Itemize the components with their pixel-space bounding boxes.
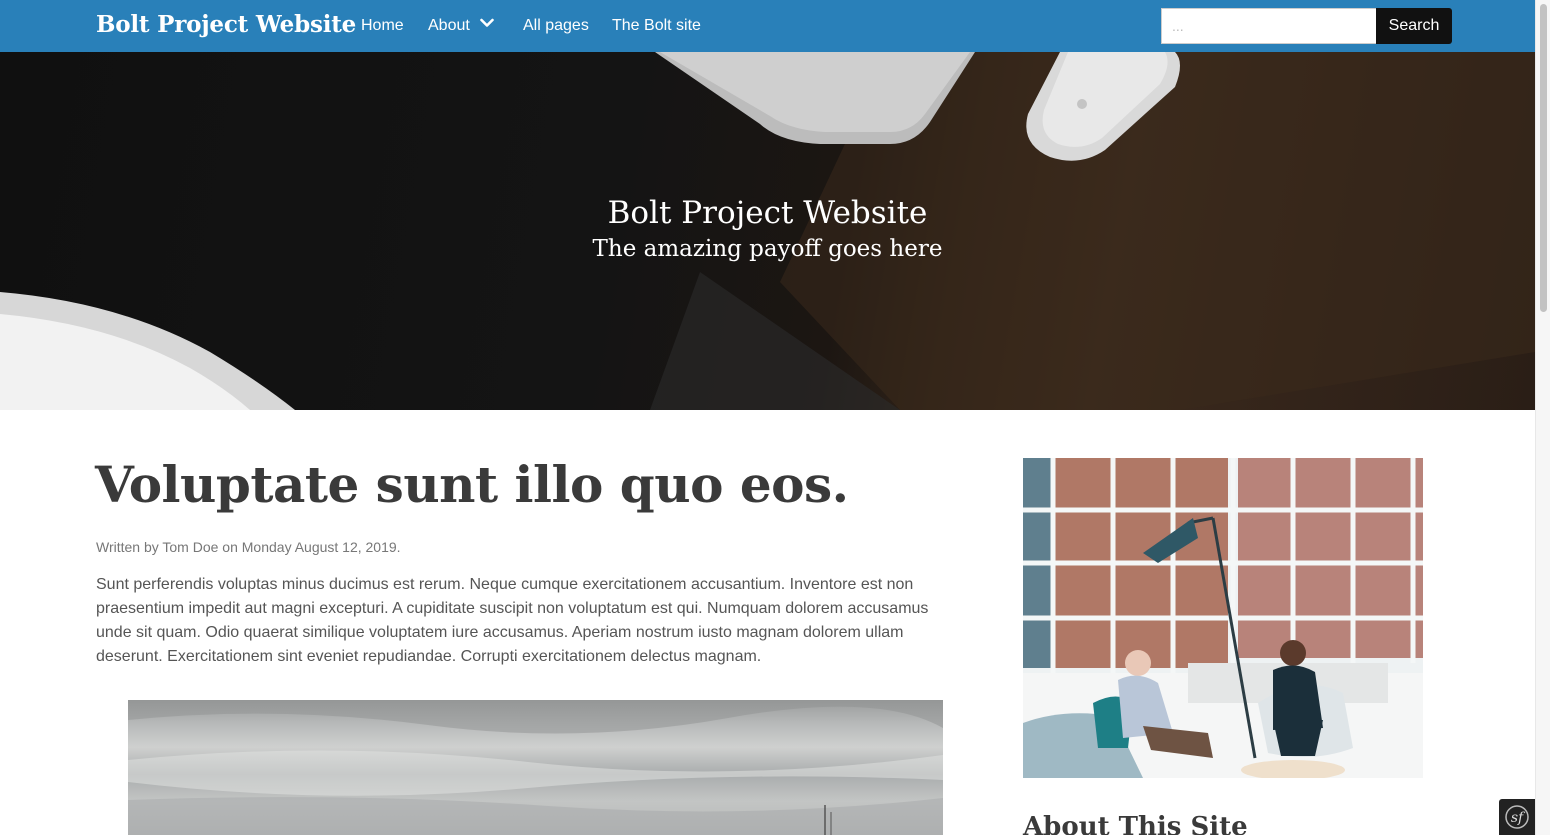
chevron-down-icon bbox=[480, 15, 494, 33]
post-meta: Written by Tom Doe on Monday August 12, … bbox=[96, 539, 401, 555]
sidebar-heading: About This Site bbox=[1023, 812, 1248, 835]
nav-home-link[interactable]: Home bbox=[361, 17, 404, 35]
nav-about-label: About bbox=[428, 17, 470, 35]
sidebar-image bbox=[1023, 458, 1423, 778]
post-title[interactable]: Voluptate sunt illo quo eos. bbox=[95, 455, 849, 514]
search-button[interactable]: Search bbox=[1376, 8, 1452, 44]
hero-background-image bbox=[0, 52, 1535, 410]
site-brand-link[interactable]: Bolt Project Website bbox=[96, 11, 356, 38]
post-body: Sunt perferendis voluptas minus ducimus … bbox=[96, 576, 929, 665]
symfony-icon[interactable]: sf bbox=[1499, 799, 1535, 835]
scrollbar-thumb[interactable] bbox=[1540, 4, 1547, 312]
hero-title: Bolt Project Website bbox=[607, 195, 928, 231]
search-input[interactable] bbox=[1161, 8, 1377, 44]
page-scrollbar[interactable] bbox=[1535, 0, 1550, 835]
hero-subtitle: The amazing payoff goes here bbox=[592, 236, 943, 262]
nav-all-pages-link[interactable]: All pages bbox=[523, 17, 589, 35]
nav-about-dropdown[interactable]: About bbox=[428, 17, 494, 35]
nav-bolt-site-link[interactable]: The Bolt site bbox=[612, 17, 701, 35]
top-navbar: Bolt Project Website Home About All page… bbox=[0, 0, 1535, 52]
post-image bbox=[128, 700, 943, 835]
svg-text:sf: sf bbox=[1511, 810, 1526, 826]
hero-banner: Bolt Project Website The amazing payoff … bbox=[0, 52, 1535, 410]
